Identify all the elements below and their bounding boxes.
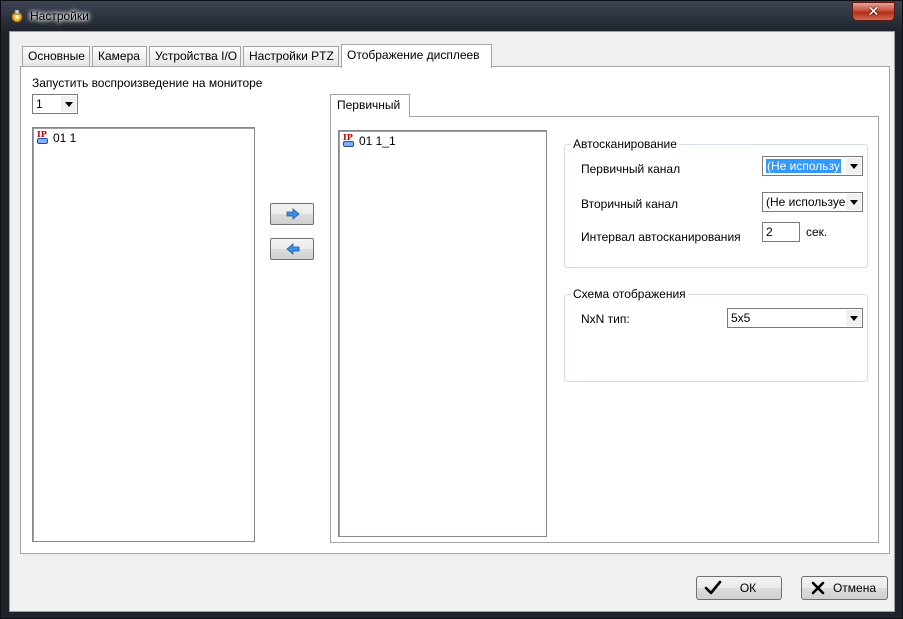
layout-scheme-group: Схема отображения NxN тип: 5x5	[564, 287, 868, 382]
ip-camera-icon: IP	[342, 132, 356, 149]
tab-general[interactable]: Основные	[22, 46, 90, 67]
monitor-label: Запустить воспроизведение на мониторе	[32, 76, 263, 90]
ip-camera-icon: IP	[36, 129, 50, 146]
ok-button-label: ОК	[739, 581, 757, 595]
nxn-type-select[interactable]: 5x5	[727, 308, 863, 328]
autoscan-interval-label: Интервал автосканирования	[581, 230, 741, 244]
primary-subpanel: IP 01 1_1 Автосканирование Первичный кан…	[330, 116, 879, 543]
settings-window: Настройки ✕ Основные Камера Устройства I…	[0, 0, 903, 619]
monitor-select-value: 1	[36, 97, 43, 111]
dialog-client: Основные Камера Устройства I/O Настройки…	[9, 31, 895, 612]
nxn-type-value: 5x5	[731, 311, 751, 325]
display-mapping-panel: Запустить воспроизведение на мониторе 1 …	[20, 66, 890, 554]
ok-button[interactable]: ОК	[696, 576, 782, 600]
chevron-down-icon[interactable]	[845, 158, 861, 174]
arrow-right-icon	[286, 208, 300, 220]
chevron-down-icon[interactable]	[845, 194, 861, 210]
app-icon	[11, 9, 23, 23]
cancel-button[interactable]: Отмена	[801, 576, 888, 600]
list-item[interactable]: IP 01 1	[36, 129, 77, 146]
interval-unit-label: сек.	[806, 225, 828, 239]
autoscan-interval-input[interactable]: 2	[762, 222, 800, 242]
primary-channel-label: Первичный канал	[581, 162, 681, 176]
chevron-down-icon[interactable]	[845, 310, 861, 326]
cancel-button-label: Отмена	[832, 581, 877, 595]
source-channel-list[interactable]: IP 01 1	[32, 127, 255, 542]
window-title: Настройки	[30, 9, 89, 23]
tab-camera[interactable]: Камера	[92, 46, 147, 67]
nxn-type-label: NxN тип:	[581, 312, 630, 326]
list-item[interactable]: IP 01 1_1	[342, 132, 396, 149]
close-icon: ✕	[867, 3, 880, 19]
secondary-channel-label: Вторичный канал	[581, 197, 679, 211]
chevron-down-icon[interactable]	[60, 96, 76, 112]
tab-display-mapping[interactable]: Отображение дисплеев	[341, 44, 492, 68]
secondary-channel-value: (Не используе	[766, 195, 846, 209]
layout-scheme-legend: Схема отображения	[571, 287, 688, 301]
tab-io-devices[interactable]: Устройства I/O	[149, 46, 241, 67]
list-item-label: 01 1	[53, 131, 77, 145]
add-to-display-button[interactable]	[270, 203, 314, 225]
autoscan-legend: Автосканирование	[571, 137, 679, 151]
list-item-label: 01 1_1	[359, 134, 396, 148]
display-channel-list[interactable]: IP 01 1_1	[338, 130, 547, 537]
tab-primary[interactable]: Первичный	[330, 94, 410, 117]
tab-ptz-settings[interactable]: Настройки PTZ	[243, 46, 339, 67]
remove-from-display-button[interactable]	[270, 238, 314, 260]
arrow-left-icon	[286, 243, 300, 255]
monitor-select[interactable]: 1	[32, 94, 78, 114]
secondary-channel-select[interactable]: (Не используе	[762, 192, 863, 212]
title-bar[interactable]: Настройки ✕	[1, 1, 902, 31]
autoscan-group: Автосканирование Первичный канал (Не исп…	[564, 137, 868, 268]
close-button[interactable]: ✕	[852, 2, 895, 21]
primary-channel-value: (Не использу	[766, 159, 841, 173]
primary-channel-select[interactable]: (Не использу	[762, 156, 863, 176]
